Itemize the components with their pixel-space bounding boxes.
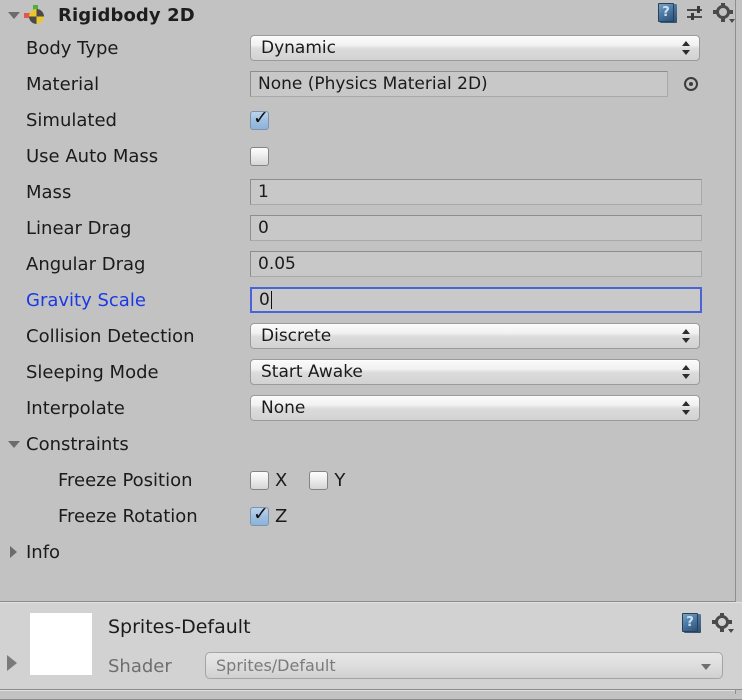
rigidbody-2d-icon (24, 5, 44, 25)
material-name: Sprites-Default (108, 616, 251, 638)
chevron-down-icon (8, 441, 20, 448)
numberfield-mass[interactable]: 1 (250, 179, 702, 205)
numberfield-angular-drag[interactable]: 0.05 (250, 251, 702, 277)
label-body-type: Body Type (26, 37, 119, 59)
material-foldout-toggle[interactable] (7, 655, 17, 671)
property-row-collision-detection: Collision Detection Discrete (0, 318, 742, 354)
numberfield-angular-drag-value: 0.05 (258, 254, 296, 274)
label-simulated: Simulated (26, 109, 117, 131)
property-row-freeze-position: Freeze Position X Y (0, 462, 742, 498)
dropdown-interpolate[interactable]: None (250, 395, 700, 421)
property-row-simulated: Simulated ✓ (0, 102, 742, 138)
material-editor: Sprites-Default ? Shader Sprites/Default (0, 602, 742, 690)
property-row-interpolate: Interpolate None (0, 390, 742, 426)
dropdown-shader-value: Sprites/Default (216, 656, 336, 675)
dropdown-shader[interactable]: Sprites/Default (205, 652, 723, 679)
label-axis-x: X (275, 469, 288, 491)
label-axis-z: Z (275, 505, 288, 527)
inspector-panel: Rigidbody 2D ? Body Type Dynamic Materia… (0, 0, 742, 700)
component-header-icons: ? (658, 2, 735, 24)
dropdown-collision-detection[interactable]: Discrete (250, 323, 700, 349)
label-mass: Mass (26, 181, 72, 203)
property-row-sleeping-mode: Sleeping Mode Start Awake (0, 354, 742, 390)
checkbox-group-freeze-position-y: Y (309, 470, 345, 491)
component-title: Rigidbody 2D (58, 4, 195, 26)
numberfield-linear-drag[interactable]: 0 (250, 215, 702, 241)
constraints-foldout-toggle[interactable] (6, 436, 22, 452)
dropdown-sleeping-mode[interactable]: Start Awake (250, 359, 700, 385)
label-material: Material (26, 73, 100, 95)
checkbox-group-freeze-rotation-z: ✓ Z (250, 504, 288, 527)
help-icon[interactable]: ? (682, 613, 702, 634)
label-gravity-scale: Gravity Scale (26, 289, 146, 311)
checkbox-simulated[interactable]: ✓ (250, 108, 269, 130)
text-caret (270, 291, 272, 309)
label-freeze-rotation: Freeze Rotation (58, 505, 198, 527)
label-angular-drag: Angular Drag (26, 253, 146, 275)
numberfield-mass-value: 1 (258, 182, 269, 202)
section-info[interactable]: Info (0, 534, 742, 570)
checkbox-freeze-position-x[interactable] (250, 470, 269, 490)
info-title: Info (26, 541, 61, 563)
info-foldout-toggle[interactable] (6, 544, 22, 560)
footer-strip (0, 690, 742, 700)
property-row-freeze-rotation: Freeze Rotation ✓ Z (0, 498, 742, 534)
gear-icon[interactable] (712, 612, 734, 634)
material-preview-thumbnail (30, 613, 92, 675)
label-sleeping-mode: Sleeping Mode (26, 361, 159, 383)
property-row-use-auto-mass: Use Auto Mass (0, 138, 742, 174)
property-row-angular-drag: Angular Drag 0.05 (0, 246, 742, 282)
property-row-linear-drag: Linear Drag 0 (0, 210, 742, 246)
label-linear-drag: Linear Drag (26, 217, 132, 239)
property-row-gravity-scale: Gravity Scale 0 (0, 282, 742, 318)
objectfield-material-value: None (Physics Material 2D) (258, 74, 488, 94)
chevron-down-icon (701, 664, 711, 670)
objectfield-material[interactable]: None (Physics Material 2D) (250, 71, 668, 97)
numberfield-gravity-scale-value: 0 (259, 290, 270, 310)
numberfield-gravity-scale[interactable]: 0 (250, 287, 702, 313)
material-separator (0, 592, 742, 602)
label-shader: Shader (108, 656, 172, 677)
checkbox-freeze-rotation-z[interactable]: ✓ (250, 504, 269, 526)
chevron-right-icon (10, 546, 17, 558)
dropdown-body-type-value: Dynamic (261, 38, 336, 58)
label-axis-y: Y (334, 469, 346, 491)
dropdown-body-type[interactable]: Dynamic (250, 35, 700, 61)
dropdown-collision-detection-value: Discrete (261, 326, 332, 346)
material-header-icons: ? (682, 612, 734, 634)
component-header-rigidbody-2d[interactable]: Rigidbody 2D ? (0, 0, 742, 30)
dropdown-sleeping-mode-value: Start Awake (261, 362, 363, 382)
component-foldout-toggle[interactable] (6, 7, 22, 23)
dropdown-interpolate-value: None (261, 398, 306, 418)
numberfield-linear-drag-value: 0 (258, 218, 269, 238)
object-picker-icon[interactable] (684, 77, 698, 91)
label-freeze-position: Freeze Position (58, 469, 193, 491)
constraints-title: Constraints (26, 433, 129, 455)
section-constraints[interactable]: Constraints (0, 426, 742, 462)
checkbox-group-freeze-position-x: X (250, 470, 287, 491)
property-row-body-type: Body Type Dynamic (0, 30, 742, 66)
help-icon[interactable]: ? (658, 3, 678, 24)
label-collision-detection: Collision Detection (26, 325, 195, 347)
property-row-material: Material None (Physics Material 2D) (0, 66, 742, 102)
chevron-down-icon (8, 12, 20, 19)
chevron-updown-icon (682, 364, 691, 380)
label-use-auto-mass: Use Auto Mass (26, 145, 159, 167)
chevron-updown-icon (682, 40, 691, 56)
checkbox-use-auto-mass[interactable] (250, 146, 269, 166)
label-interpolate: Interpolate (26, 397, 125, 419)
property-row-mass: Mass 1 (0, 174, 742, 210)
chevron-updown-icon (682, 400, 691, 416)
chevron-updown-icon (682, 328, 691, 344)
preset-icon[interactable] (687, 5, 705, 23)
checkbox-freeze-position-y[interactable] (309, 470, 329, 490)
gear-icon[interactable] (713, 2, 735, 24)
